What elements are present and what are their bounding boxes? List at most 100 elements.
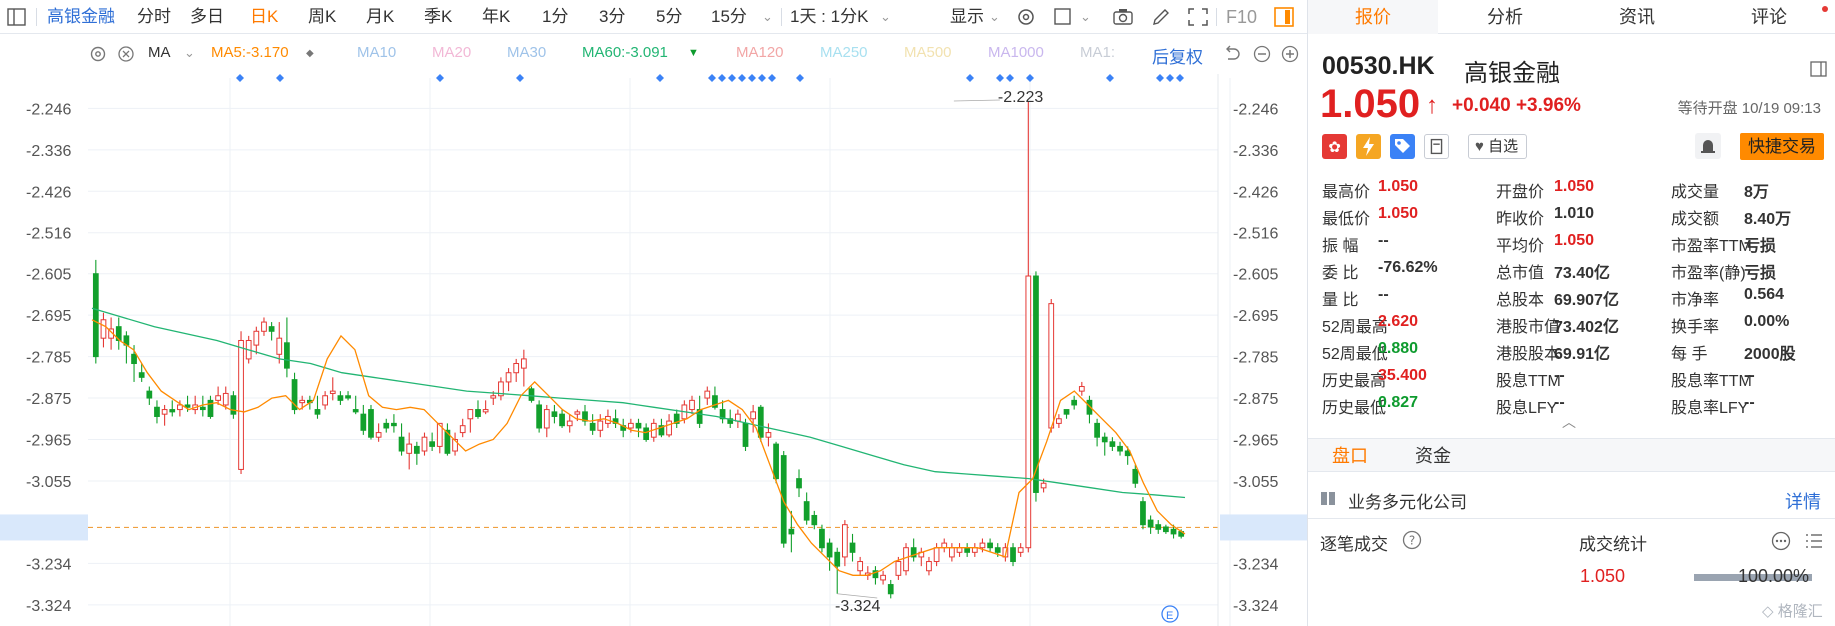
zoom-in-icon[interactable] <box>1280 44 1300 64</box>
candle-body-up <box>375 432 382 438</box>
tab-daily-k[interactable]: 日K <box>250 0 278 34</box>
tab-analysis[interactable]: 分析 <box>1440 0 1570 34</box>
tab-order-book[interactable]: 盘口 <box>1332 439 1368 473</box>
quote-value: 1.010 <box>1554 205 1595 222</box>
toolbar-divider <box>1216 8 1217 26</box>
heart-icon: ♥ <box>1475 138 1484 155</box>
quick-trade-button[interactable]: 快捷交易 <box>1740 133 1824 160</box>
quote-value: -- <box>1378 232 1389 249</box>
tab-news[interactable]: 资讯 <box>1572 0 1702 34</box>
zoom-out-icon[interactable] <box>1252 44 1272 64</box>
section-divider <box>1308 518 1835 519</box>
candle-body-up <box>597 420 604 431</box>
settings-icon[interactable] <box>88 44 108 64</box>
svg-text:✿: ✿ <box>1328 138 1341 156</box>
settings-icon[interactable] <box>1015 7 1037 27</box>
y-tick-label-right: -2.695 <box>1233 308 1278 325</box>
ma10-label[interactable]: MA10 <box>357 44 396 61</box>
bell-icon[interactable] <box>1695 133 1721 159</box>
lightning-icon <box>1356 134 1381 159</box>
ma30-label[interactable]: MA30 <box>507 44 546 61</box>
ma1-label[interactable]: MA1: <box>1080 44 1115 61</box>
tab-capital[interactable]: 资金 <box>1415 439 1451 473</box>
arrow-up-icon: ↑ <box>1426 92 1438 119</box>
quote-label: 最低价 <box>1322 211 1371 228</box>
detail-link[interactable]: 详情 <box>1785 488 1821 514</box>
undo-icon[interactable] <box>1222 44 1242 64</box>
add-watchlist-button[interactable]: ♥ 自选 <box>1468 134 1528 159</box>
tab-comments[interactable]: 评论 <box>1704 0 1834 34</box>
fullscreen-icon[interactable] <box>1187 7 1209 27</box>
candle-body-down <box>314 409 321 415</box>
quote-label: 股息率LFY <box>1671 400 1749 417</box>
tab-15min[interactable]: 15分 <box>711 0 747 34</box>
ma20-label[interactable]: MA20 <box>432 44 471 61</box>
camera-icon[interactable] <box>1112 7 1134 27</box>
display-menu[interactable]: 显示 <box>950 0 984 34</box>
quote-label: 开盘价 <box>1496 184 1545 201</box>
tab-monthly-k[interactable]: 月K <box>366 0 394 34</box>
y-tick-label-left: -2.516 <box>26 226 71 243</box>
candle-body-up <box>1048 303 1055 429</box>
tab-intraday[interactable]: 分时 <box>137 0 171 34</box>
candle-body-down <box>811 514 818 526</box>
help-icon[interactable]: ? <box>1401 529 1423 551</box>
candle-body-up <box>627 422 634 429</box>
candle-body-down <box>1071 399 1078 406</box>
y-tick-label-right: -2.875 <box>1233 391 1278 408</box>
candle-body-down <box>887 584 894 595</box>
ma120-label[interactable]: MA120 <box>736 44 784 61</box>
quote-value: -76.62% <box>1378 259 1438 276</box>
candle-body-up <box>482 409 489 413</box>
stock-name-tab[interactable]: 高银金融 <box>47 0 115 34</box>
tab-3min[interactable]: 3分 <box>599 0 625 34</box>
tab-quarterly-k[interactable]: 季K <box>424 0 452 34</box>
candle-body-up <box>704 390 711 399</box>
chevron-down-icon[interactable]: ⌄ <box>880 0 891 34</box>
sidebar-toggle-icon[interactable] <box>6 7 28 27</box>
chevron-down-icon[interactable]: ⌄ <box>989 0 1000 34</box>
candle-body-up <box>299 399 306 404</box>
kline-chart[interactable]: -2.246 -2.246 -2.336 -2.336 -2.426 -2.426 -2.5… <box>0 0 1307 626</box>
tab-multiday[interactable]: 多日 <box>190 0 224 34</box>
list-icon[interactable] <box>1803 530 1825 552</box>
ma500-label[interactable]: MA500 <box>904 44 952 61</box>
more-icon[interactable] <box>1770 530 1792 552</box>
note-icon[interactable] <box>1424 134 1449 159</box>
collapse-caret-icon[interactable]: ︿ <box>1562 412 1576 432</box>
y-tick-label-right: -2.246 <box>1233 101 1278 118</box>
tab-yearly-k[interactable]: 年K <box>482 0 510 34</box>
tab-5min[interactable]: 5分 <box>656 0 682 34</box>
tag-icon[interactable] <box>1390 134 1415 159</box>
interval-select[interactable]: 1天 : 1分K <box>790 0 868 34</box>
collapse-panel-icon[interactable] <box>1810 60 1828 78</box>
f10-button[interactable]: F10 <box>1226 0 1257 34</box>
stats-price: 1.050 <box>1580 566 1626 586</box>
quote-value: 亏损 <box>1744 265 1777 282</box>
pen-icon[interactable] <box>1150 7 1172 27</box>
candle-body-down <box>284 342 290 369</box>
chevron-down-icon[interactable]: ⌄ <box>762 0 773 34</box>
quote-value: 8.40万 <box>1744 211 1792 228</box>
low-annotation-label: -3.324 <box>835 598 880 615</box>
tab-weekly-k[interactable]: 周K <box>308 0 336 34</box>
candle-body-down <box>1117 445 1123 452</box>
tab-quote[interactable]: 报价 <box>1308 0 1438 34</box>
ma250-label[interactable]: MA250 <box>820 44 868 61</box>
adjust-button[interactable]: 后复权 <box>1152 43 1203 68</box>
candle-body-down <box>780 455 787 544</box>
chevron-down-icon[interactable]: ⌄ <box>1080 0 1091 34</box>
checkbox-icon[interactable] <box>1052 7 1074 27</box>
close-icon[interactable] <box>116 44 136 64</box>
quote-label: 每 手 <box>1671 346 1708 363</box>
chevron-down-icon[interactable]: ⌄ <box>184 36 195 70</box>
candle-body-up <box>689 399 695 411</box>
candle-body-down <box>528 388 535 401</box>
y-tick-label-left: -3.055 <box>26 474 71 491</box>
panel-toggle-icon[interactable] <box>1273 7 1295 27</box>
ma-selector[interactable]: MA <box>148 44 171 61</box>
tab-1min[interactable]: 1分 <box>542 0 568 34</box>
candle-body-down <box>1109 441 1116 447</box>
ma1000-label[interactable]: MA1000 <box>988 44 1044 61</box>
candle-body-down <box>154 406 160 417</box>
